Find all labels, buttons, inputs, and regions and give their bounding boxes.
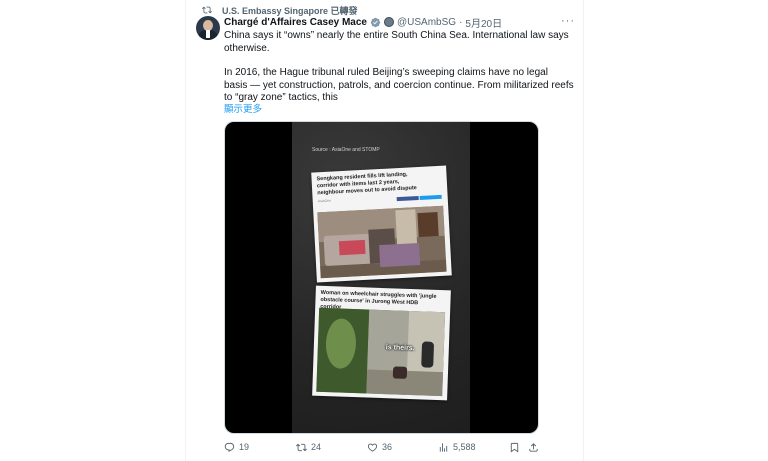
retweet-icon (198, 5, 212, 15)
reply-icon (224, 442, 235, 452)
views-count: 5,588 (453, 442, 476, 452)
news-card-1-photo (317, 205, 447, 279)
share-icon (529, 442, 538, 452)
avatar[interactable] (196, 16, 220, 40)
news-card-1-headline: Sengkang resident fills lift landing, co… (316, 171, 417, 197)
show-more-link[interactable]: 顯示更多 (224, 101, 262, 115)
tweet-header: Chargé d'Affaires Casey Mace @USAmbSG · … (224, 15, 502, 30)
video-caption: is theirs. (385, 344, 415, 353)
separator-dot: · (459, 16, 463, 28)
reply-button[interactable]: 19 (224, 442, 249, 453)
tweet-actions: 19 24 36 5,588 (224, 440, 576, 454)
repost-count: 24 (311, 442, 322, 452)
reply-count: 19 (239, 442, 250, 452)
bookmark-icon (510, 442, 519, 453)
video-source-label: Source : AsiaOne and STOMP (312, 147, 380, 153)
views-button[interactable]: 5,588 (438, 442, 476, 453)
heart-icon (367, 443, 378, 452)
timeline-right-border (583, 0, 584, 461)
tweet-date[interactable]: 5月20日 (465, 15, 502, 30)
news-card-2-photo: is theirs. (316, 307, 446, 397)
tweet-paragraph-2: In 2016, the Hague tribunal ruled Beijin… (224, 67, 574, 103)
tweet-text: China says it “owns” nearly the entire S… (224, 30, 574, 105)
news-card-2: Woman on wheelchair struggles with 'jung… (312, 285, 451, 401)
bookmark-button[interactable] (509, 442, 524, 453)
views-chart-icon (439, 442, 448, 452)
retweet-icon (296, 443, 307, 451)
like-button[interactable]: 36 (367, 442, 392, 453)
author-handle[interactable]: @USAmbSG (397, 17, 456, 28)
tweet[interactable]: U.S. Embassy Singapore 已轉發 Chargé d'Affa… (186, 0, 583, 461)
news-card-1-share-buttons (396, 194, 442, 202)
government-badge-icon (384, 17, 394, 27)
repost-button[interactable]: 24 (296, 442, 321, 453)
video-frame: Source : AsiaOne and STOMP Sengkang resi… (292, 122, 470, 433)
tweet-media-video[interactable]: Source : AsiaOne and STOMP Sengkang resi… (224, 121, 539, 434)
like-count: 36 (382, 442, 393, 452)
news-card-1: Sengkang resident fills lift landing, co… (311, 165, 452, 283)
tweet-paragraph-1: China says it “owns” nearly the entire S… (224, 30, 569, 54)
more-dots-icon[interactable]: ··· (561, 15, 575, 27)
verified-badge-icon (370, 17, 381, 28)
share-button[interactable] (528, 442, 543, 453)
author-name[interactable]: Chargé d'Affaires Casey Mace (224, 17, 367, 28)
